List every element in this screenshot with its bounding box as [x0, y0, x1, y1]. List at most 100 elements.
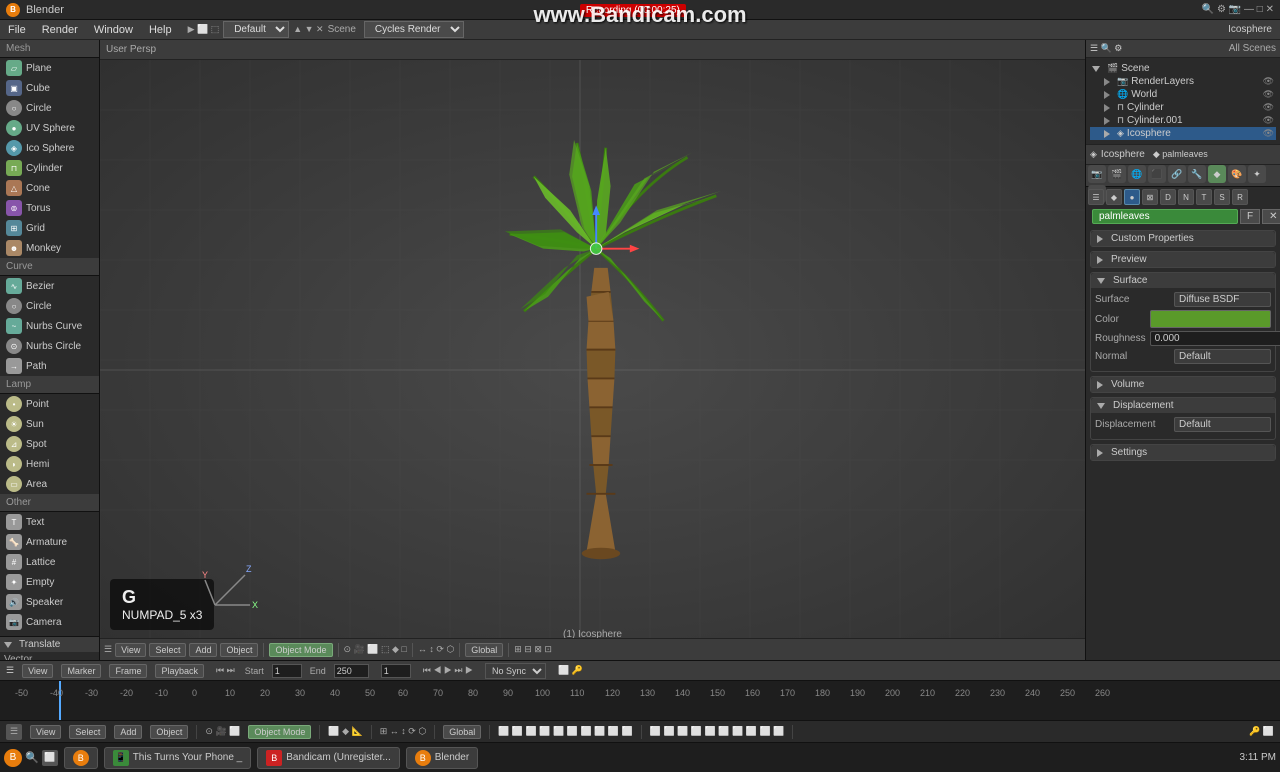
renderlayers-eye-icon[interactable]: 👁: [1263, 76, 1274, 87]
sidebar-item-speaker[interactable]: 🔊 Speaker: [0, 592, 99, 612]
cylinder-eye-icon[interactable]: 👁: [1263, 102, 1274, 113]
tab-scene[interactable]: 🎬: [1108, 165, 1126, 183]
color-swatch[interactable]: [1150, 310, 1271, 328]
surface-type-dropdown[interactable]: Diffuse BSDF: [1174, 292, 1271, 307]
preview-header[interactable]: Preview: [1091, 252, 1275, 267]
sidebar-item-lattice[interactable]: # Lattice: [0, 552, 99, 572]
mat-data-x-button[interactable]: ✕: [1262, 209, 1280, 224]
object-mode-button[interactable]: Object Mode: [269, 643, 332, 657]
search-icon[interactable]: 🔍: [25, 751, 39, 764]
world-eye-icon[interactable]: 👁: [1263, 89, 1274, 100]
select-status-button[interactable]: Select: [69, 725, 106, 739]
sidebar-item-torus[interactable]: ⊚ Torus: [0, 198, 99, 218]
sidebar-item-plane[interactable]: ▱ Plane: [0, 58, 99, 78]
timeline-body[interactable]: -50 -40 -30 -20 -10 0 10 20 30 40 50 60 …: [0, 681, 1280, 720]
displacement-dropdown[interactable]: Default: [1174, 417, 1271, 432]
tab-render[interactable]: 📷: [1088, 165, 1106, 183]
mode-selector[interactable]: Default: [223, 21, 289, 38]
sidebar-item-nurbs-circle[interactable]: ⊙ Nurbs Circle: [0, 336, 99, 356]
menu-help[interactable]: Help: [141, 22, 180, 38]
sidebar-item-path[interactable]: → Path: [0, 356, 99, 376]
select-button[interactable]: Select: [149, 643, 186, 657]
taskview-icon[interactable]: ⬜: [42, 750, 58, 766]
sidebar-item-sun[interactable]: ☀ Sun: [0, 414, 99, 434]
menu-file[interactable]: File: [0, 22, 34, 38]
add-button[interactable]: Add: [189, 643, 217, 657]
sidebar-item-curve-circle[interactable]: ○ Circle: [0, 296, 99, 316]
tree-scene[interactable]: 🎬 Scene: [1090, 62, 1276, 75]
global-button[interactable]: Global: [465, 643, 503, 657]
mat-name-input[interactable]: [1092, 209, 1238, 224]
sidebar-item-camera[interactable]: 📷 Camera: [0, 612, 99, 632]
sidebar-item-circle[interactable]: ○ Circle: [0, 98, 99, 118]
sidebar-item-spot[interactable]: ⊿ Spot: [0, 434, 99, 454]
mat-icon-2[interactable]: ◆: [1106, 189, 1122, 205]
tree-world[interactable]: 🌐 World 👁: [1090, 88, 1276, 101]
sidebar-item-cube[interactable]: ▣ Cube: [0, 78, 99, 98]
taskbar-item-bandicam[interactable]: B Bandicam (Unregister...: [257, 747, 400, 769]
mat-icon-6[interactable]: N: [1178, 189, 1194, 205]
object-status-button[interactable]: Object: [150, 725, 188, 739]
timeline-marker-button[interactable]: Marker: [61, 664, 101, 678]
displacement-header[interactable]: Displacement: [1091, 398, 1275, 413]
tree-cylinder[interactable]: ⊓ Cylinder 👁: [1090, 101, 1276, 114]
tree-renderlayers[interactable]: 📷 RenderLayers 👁: [1090, 75, 1276, 88]
timeline-playback-button[interactable]: Playback: [155, 664, 204, 678]
mat-icon-5[interactable]: D: [1160, 189, 1176, 205]
global-status-button[interactable]: Global: [443, 725, 481, 739]
sidebar-item-text[interactable]: T Text: [0, 512, 99, 532]
mat-icon-7[interactable]: T: [1196, 189, 1212, 205]
timeline-frame-button[interactable]: Frame: [109, 664, 147, 678]
view-button[interactable]: View: [115, 643, 146, 657]
timeline-current-input[interactable]: [381, 664, 411, 678]
viewport-canvas[interactable]: G NUMPAD_5 x3 Last: Translate (1) Icosph…: [100, 60, 1085, 660]
tab-modifiers[interactable]: 🔧: [1188, 165, 1206, 183]
object-button[interactable]: Object: [220, 643, 258, 657]
mat-icon-9[interactable]: R: [1232, 189, 1248, 205]
sidebar-item-point[interactable]: • Point: [0, 394, 99, 414]
volume-header[interactable]: Volume: [1091, 377, 1275, 392]
render-engine-selector[interactable]: Cycles Render: [364, 21, 464, 38]
icosphere-eye-icon[interactable]: 👁: [1263, 128, 1274, 139]
cylinder001-eye-icon[interactable]: 👁: [1263, 115, 1274, 126]
sidebar-item-uvsphere[interactable]: ● UV Sphere: [0, 118, 99, 138]
taskbar-item-phone[interactable]: 📱 This Turns Your Phone _: [104, 747, 252, 769]
sidebar-item-nurbs-curve[interactable]: ~ Nurbs Curve: [0, 316, 99, 336]
mat-icon-4[interactable]: ⊠: [1142, 189, 1158, 205]
sidebar-item-cone[interactable]: △ Cone: [0, 178, 99, 198]
timeline-view-button[interactable]: View: [22, 664, 53, 678]
taskbar-item-blender2[interactable]: B Blender: [406, 747, 478, 769]
add-status-button[interactable]: Add: [114, 725, 142, 739]
roughness-input[interactable]: [1150, 331, 1280, 346]
mat-icon-3[interactable]: ●: [1124, 189, 1140, 205]
taskbar-item-blender1[interactable]: B: [64, 747, 98, 769]
surface-header[interactable]: Surface: [1091, 273, 1275, 288]
sidebar-item-grid[interactable]: ⊞ Grid: [0, 218, 99, 238]
view-status-button[interactable]: View: [30, 725, 61, 739]
settings-header[interactable]: Settings: [1091, 445, 1275, 460]
menu-window[interactable]: Window: [86, 22, 141, 38]
tree-cylinder001[interactable]: ⊓ Cylinder.001 👁: [1090, 114, 1276, 127]
sidebar-item-hemi[interactable]: ◗ Hemi: [0, 454, 99, 474]
normal-dropdown[interactable]: Default: [1174, 349, 1271, 364]
start-icon[interactable]: B: [4, 749, 22, 767]
titlebar-icons[interactable]: 🔍 ⚙ 📷 — □ ✕: [1202, 4, 1274, 15]
timeline-end-input[interactable]: [334, 664, 369, 678]
sidebar-item-monkey[interactable]: ☻ Monkey: [0, 238, 99, 258]
sidebar-item-area[interactable]: ▭ Area: [0, 474, 99, 494]
viewport[interactable]: User Persp: [100, 40, 1085, 660]
object-mode-status-button[interactable]: Object Mode: [248, 725, 311, 739]
menu-render[interactable]: Render: [34, 22, 86, 38]
tab-constraints[interactable]: 🔗: [1168, 165, 1186, 183]
tab-world[interactable]: 🌐: [1128, 165, 1146, 183]
custom-props-header[interactable]: Custom Properties: [1091, 231, 1275, 246]
tab-textures[interactable]: 🎨: [1228, 165, 1246, 183]
mat-icon-8[interactable]: S: [1214, 189, 1230, 205]
sidebar-item-armature[interactable]: 🦴 Armature: [0, 532, 99, 552]
sidebar-item-cylinder[interactable]: ⊓ Cylinder: [0, 158, 99, 178]
mat-data-button[interactable]: F: [1240, 209, 1260, 224]
tab-object[interactable]: ⬛: [1148, 165, 1166, 183]
timeline-start-input[interactable]: [272, 664, 302, 678]
sync-selector[interactable]: No Sync: [485, 663, 546, 679]
sidebar-item-bezier[interactable]: ∿ Bezier: [0, 276, 99, 296]
